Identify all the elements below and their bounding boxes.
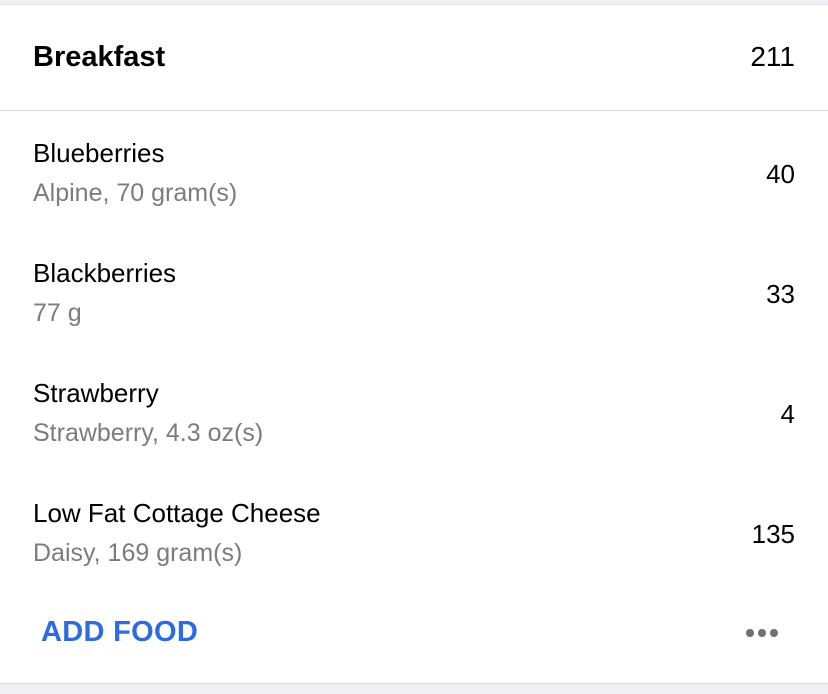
food-name: Blueberries [33,138,165,168]
food-name: Low Fat Cottage Cheese [33,498,321,528]
food-entry-strawberry[interactable]: Strawberry Strawberry, 4.3 oz(s) 4 [0,351,828,471]
food-entry-cottage-cheese[interactable]: Low Fat Cottage Cheese Daisy, 169 gram(s… [0,471,828,591]
meal-total-calories: 211 [750,41,795,72]
food-calories: 135 [751,519,795,549]
food-entry-blackberries[interactable]: Blackberries 77 g 33 [0,231,828,351]
food-name: Blackberries [33,258,177,288]
meal-card: Breakfast 211 Blueberries Alpine, 70 gra… [0,4,828,684]
meal-title: Breakfast [33,41,166,73]
food-detail: Alpine, 70 gram(s) [33,179,238,207]
more-horizontal-icon [746,629,778,637]
food-calories: 33 [766,279,795,309]
food-detail: Daisy, 169 gram(s) [33,539,243,567]
more-options-button[interactable] [744,618,784,648]
food-detail: 77 g [33,299,82,327]
add-food-button[interactable]: ADD FOOD [41,614,198,650]
food-entry-blueberries[interactable]: Blueberries Alpine, 70 gram(s) 40 [0,111,828,231]
food-detail: Strawberry, 4.3 oz(s) [33,419,264,447]
food-calories: 40 [766,159,795,189]
section-separator [0,684,828,694]
food-name: Strawberry [33,378,159,408]
meal-header[interactable]: Breakfast 211 [0,5,828,111]
food-calories: 4 [780,399,795,429]
